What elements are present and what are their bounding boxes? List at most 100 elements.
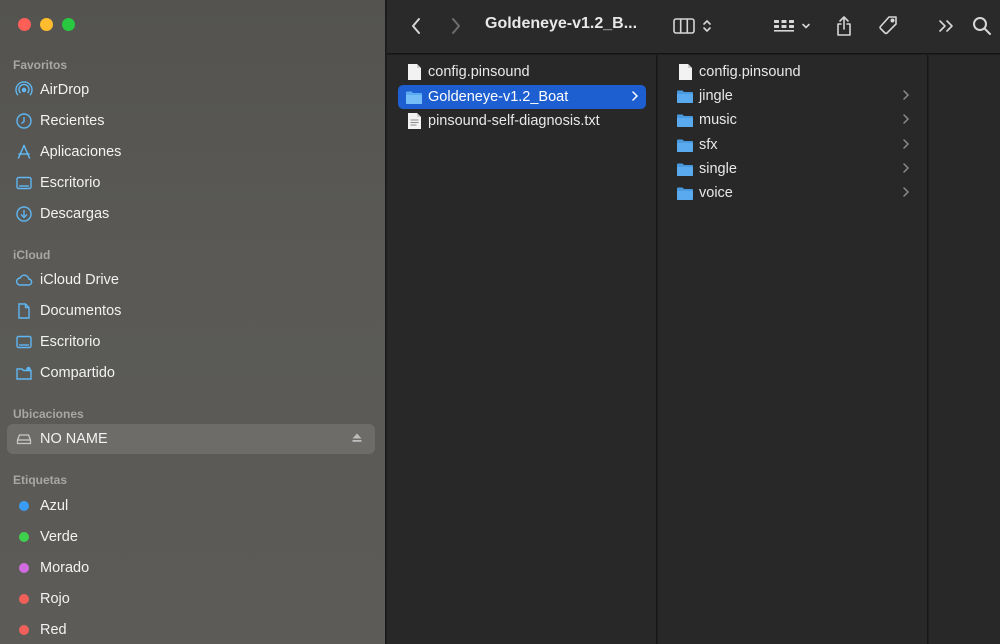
sidebar-tag-rojo[interactable]: Rojo [7, 584, 375, 614]
tag-dot-icon [15, 497, 33, 515]
file-name: config.pinsound [428, 64, 530, 80]
sidebar-item-label: NO NAME [40, 431, 108, 447]
airdrop-icon [15, 81, 33, 99]
file-icon [676, 63, 694, 81]
sidebar-tag-azul[interactable]: Azul [7, 491, 375, 521]
sidebar-tag-red[interactable]: Red [7, 615, 375, 644]
sidebar-item-no-name[interactable]: NO NAME [7, 424, 375, 454]
share-button[interactable] [835, 14, 853, 38]
sidebar-item-label: Verde [40, 529, 78, 545]
close-window-button[interactable] [18, 18, 31, 31]
group-by-button[interactable] [773, 14, 811, 38]
chevron-left-icon [412, 18, 420, 34]
tag-dot-icon [15, 528, 33, 546]
search-button[interactable] [972, 14, 992, 38]
folder-name: music [699, 112, 737, 128]
section-title-etiquetas: Etiquetas [13, 473, 68, 487]
sidebar-item-label: Documentos [40, 303, 122, 319]
folder-icon [676, 136, 694, 154]
file-icon [405, 63, 423, 81]
sidebar-item-label: Morado [40, 560, 90, 576]
sidebar-item-label: Azul [40, 498, 69, 514]
grid-group-icon [774, 20, 794, 32]
sidebar-item-escritorio-icloud[interactable]: Escritorio [7, 327, 375, 357]
window-title: Goldeneye-v1.2_B... [485, 15, 638, 32]
folder-icon [676, 160, 694, 178]
share-icon [837, 16, 851, 36]
chevrons-right-icon [939, 20, 953, 32]
folder-name: single [699, 161, 737, 177]
folder-row-voice[interactable]: voice [669, 181, 917, 205]
minimize-window-button[interactable] [40, 18, 53, 31]
section-title-favoritos: Favoritos [13, 58, 68, 72]
file-row-pinsound-self-diagnosis[interactable]: pinsound-self-diagnosis.txt [398, 109, 646, 133]
zoom-window-button[interactable] [62, 18, 75, 31]
sidebar-item-recientes[interactable]: Recientes [7, 106, 375, 136]
up-down-chevron-icon [703, 19, 711, 33]
sidebar: Favoritos AirDrop Recientes Aplicaciones… [0, 0, 386, 644]
chevron-right-icon [902, 162, 910, 178]
toolbar: Goldeneye-v1.2_B... [387, 0, 1000, 54]
folder-row-music[interactable]: music [669, 108, 917, 132]
tag-button[interactable] [877, 14, 899, 38]
sidebar-item-descargas[interactable]: Descargas [7, 199, 375, 229]
section-title-icloud: iCloud [13, 248, 51, 262]
sidebar-tag-verde[interactable]: Verde [7, 522, 375, 552]
chevron-right-icon [452, 18, 460, 34]
document-icon [15, 302, 33, 320]
sidebar-item-label: Recientes [40, 113, 105, 129]
section-title-ubicaciones: Ubicaciones [13, 407, 84, 421]
sidebar-item-airdrop[interactable]: AirDrop [7, 75, 375, 105]
window-controls [18, 18, 75, 31]
folder-icon [676, 87, 694, 105]
tag-dot-icon [15, 590, 33, 608]
sidebar-item-aplicaciones[interactable]: Aplicaciones [7, 137, 375, 167]
drive-icon [15, 430, 33, 448]
folder-name: sfx [699, 137, 718, 153]
back-button[interactable] [409, 14, 423, 38]
chevron-right-icon [902, 89, 910, 105]
folder-name: voice [699, 185, 733, 201]
folder-row-single[interactable]: single [669, 157, 917, 181]
chevron-right-icon [631, 90, 639, 106]
more-toolbar-button[interactable] [937, 14, 955, 38]
folder-name: jingle [699, 88, 733, 104]
folder-name: Goldeneye-v1.2_Boat [428, 89, 569, 105]
file-name: pinsound-self-diagnosis.txt [428, 113, 600, 129]
shared-folder-icon [15, 364, 33, 382]
file-row-config-pinsound[interactable]: config.pinsound [398, 60, 646, 84]
tag-dot-icon [15, 559, 33, 577]
sidebar-item-icloud-drive[interactable]: iCloud Drive [7, 265, 375, 295]
folder-row-goldeneye[interactable]: Goldeneye-v1.2_Boat [398, 85, 646, 109]
sidebar-item-label: Descargas [40, 206, 110, 222]
text-file-icon [405, 112, 423, 130]
sidebar-item-documentos[interactable]: Documentos [7, 296, 375, 326]
sidebar-tag-morado[interactable]: Morado [7, 553, 375, 583]
download-icon [15, 205, 33, 223]
view-mode-button[interactable] [673, 14, 713, 38]
cloud-icon [15, 271, 33, 289]
folder-row-jingle[interactable]: jingle [669, 84, 917, 108]
sidebar-item-label: Escritorio [40, 334, 101, 350]
browser-column-2: config.pinsound jingle music sfx single [658, 55, 928, 644]
search-icon [973, 17, 991, 35]
desktop-icon [15, 333, 33, 351]
tag-dot-icon [15, 621, 33, 639]
chevron-down-icon [802, 23, 810, 29]
applications-icon [15, 143, 33, 161]
file-name: config.pinsound [699, 64, 801, 80]
clock-icon [15, 112, 33, 130]
folder-icon [405, 88, 423, 106]
eject-icon[interactable] [351, 432, 363, 448]
sidebar-item-compartido[interactable]: Compartido [7, 358, 375, 388]
chevron-right-icon [902, 186, 910, 202]
folder-row-sfx[interactable]: sfx [669, 133, 917, 157]
columns-view-icon [673, 18, 695, 34]
forward-button[interactable] [449, 14, 463, 38]
chevron-right-icon [902, 113, 910, 129]
desktop-icon [15, 174, 33, 192]
sidebar-item-escritorio[interactable]: Escritorio [7, 168, 375, 198]
file-row-config-pinsound[interactable]: config.pinsound [669, 60, 917, 84]
tag-icon [879, 16, 897, 35]
sidebar-item-label: Aplicaciones [40, 144, 122, 160]
